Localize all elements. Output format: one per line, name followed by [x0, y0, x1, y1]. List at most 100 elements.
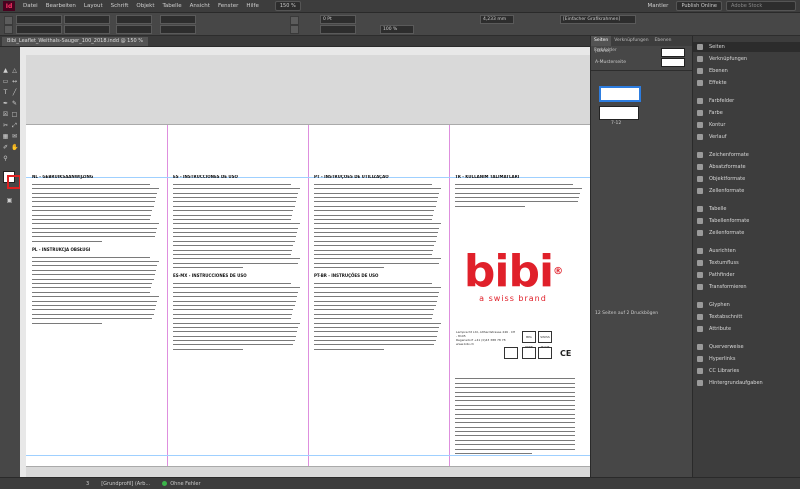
side-panel-attribute[interactable]: Attribute: [693, 324, 800, 334]
side-panel-querverweise[interactable]: Querverweise: [693, 342, 800, 352]
rectangle-frame-tool-icon[interactable]: ☒: [2, 111, 9, 118]
y-field[interactable]: [16, 25, 62, 34]
pen-tool-icon[interactable]: ✒: [2, 100, 9, 107]
scale-y-field[interactable]: [116, 25, 152, 34]
search-input[interactable]: Adobe Stock: [726, 1, 796, 11]
menu-table[interactable]: Tabelle: [158, 3, 185, 9]
page-tool-icon[interactable]: ▭: [2, 78, 9, 85]
side-panel-label: Zeichenformate: [709, 152, 749, 158]
master-none[interactable]: [Ohne]: [595, 49, 611, 54]
side-panel-cc-libraries[interactable]: CC Libraries: [693, 366, 800, 376]
stroke-swatch[interactable]: [7, 175, 21, 189]
frame-style-select[interactable]: [Einfacher Grafikrahmen]: [560, 15, 636, 24]
app-logo: Id: [3, 1, 15, 11]
user-name[interactable]: Mantler: [644, 3, 673, 9]
selection-tool-icon[interactable]: ▲: [2, 67, 9, 74]
reference-point-icon[interactable]: [4, 16, 13, 25]
side-panel-textumfluss[interactable]: Textumfluss: [693, 258, 800, 268]
text-column-4[interactable]: TR - KULLANIM TALIMATLARI: [455, 175, 583, 213]
height-field[interactable]: [64, 25, 110, 34]
master-profile[interactable]: [Grundprofil] (Arb...: [95, 481, 156, 487]
side-panel-textabschnitt[interactable]: Textabschnitt: [693, 312, 800, 322]
document-tab[interactable]: Bibi_Leaflet_Weithals-Sauger_100_2018.in…: [2, 37, 149, 46]
fill-swatch-icon[interactable]: [290, 16, 299, 25]
menu-view[interactable]: Ansicht: [186, 3, 214, 9]
text-column-3[interactable]: PT - INSTRUÇÕES DE UTILIZAÇÃO PT-BR - INS…: [314, 175, 442, 356]
master-a[interactable]: A-Musterseite: [595, 60, 626, 65]
screen-mode-icon[interactable]: ▣: [6, 197, 13, 204]
side-panel-objektformate[interactable]: Objektformate: [693, 174, 800, 184]
transform-tool-icon[interactable]: ⤢: [11, 122, 18, 129]
zoom-select[interactable]: 150 %: [274, 1, 301, 11]
text-column-1[interactable]: NL - GEBRUIKSAANWIJZING PL - INSTRUKCJA O…: [32, 175, 160, 330]
opacity-field[interactable]: 100 %: [380, 25, 414, 34]
side-panel-ausrichten[interactable]: Ausrichten: [693, 246, 800, 256]
shear-field[interactable]: [160, 25, 196, 34]
master-thumb-none[interactable]: [661, 48, 685, 57]
collapsed-panels: Seiten Verknüpfungen Ebenen Effekte Farbfeld…: [692, 36, 800, 477]
microwave-icon: [538, 347, 552, 359]
rectangle-tool-icon[interactable]: □: [11, 111, 18, 118]
scissors-tool-icon[interactable]: ✂: [2, 122, 9, 129]
side-panel-tabelle[interactable]: Tabelle: [693, 204, 800, 214]
side-panel-verlauf[interactable]: Verlauf: [693, 132, 800, 142]
panel-icon: [697, 302, 703, 308]
menu-window[interactable]: Fenster: [214, 3, 242, 9]
stroke-type-select[interactable]: [320, 25, 356, 34]
side-panel-label: Glyphen: [709, 302, 730, 308]
page-number[interactable]: 3: [80, 481, 95, 487]
menu-edit[interactable]: Bearbeiten: [42, 3, 80, 9]
tab-links[interactable]: Verknüpfungen: [611, 36, 651, 46]
preflight-status[interactable]: Ohne Fehler: [156, 480, 206, 487]
hand-tool-icon[interactable]: ✋: [11, 144, 18, 151]
side-panel-ebenen[interactable]: Ebenen: [693, 66, 800, 76]
page-thumb-spread-2[interactable]: [599, 106, 639, 120]
gradient-tool-icon[interactable]: ▦: [2, 133, 9, 140]
direct-selection-tool-icon[interactable]: △: [11, 67, 18, 74]
side-panel-kontur[interactable]: Kontur: [693, 120, 800, 130]
side-panel-transformieren[interactable]: Transformieren: [693, 282, 800, 292]
x-field[interactable]: [16, 15, 62, 24]
side-panel-zeilenformate[interactable]: Zeilenformate: [693, 228, 800, 238]
side-panel-hintergrundaufgaben[interactable]: Hintergrundaufgaben: [693, 378, 800, 388]
stroke-weight-field[interactable]: 0 Pt: [320, 15, 356, 24]
menu-file[interactable]: Datei: [19, 3, 42, 9]
side-panel-effekte[interactable]: Effekte: [693, 78, 800, 88]
side-panel-zeichenformate[interactable]: Zeichenformate: [693, 150, 800, 160]
menu-object[interactable]: Objekt: [132, 3, 158, 9]
side-panel-tabellenformate[interactable]: Tabellenformate: [693, 216, 800, 226]
line-tool-icon[interactable]: ╱: [11, 89, 18, 96]
menu-help[interactable]: Hilfe: [242, 3, 263, 9]
tab-pages[interactable]: Seiten: [591, 36, 612, 46]
rotation-field[interactable]: [160, 15, 196, 24]
scale-x-field[interactable]: [116, 15, 152, 24]
side-panel-pathfinder[interactable]: Pathfinder: [693, 270, 800, 280]
pencil-tool-icon[interactable]: ✎: [11, 100, 18, 107]
gap-tool-icon[interactable]: ↔: [11, 78, 18, 85]
side-panel-hyperlinks[interactable]: Hyperlinks: [693, 354, 800, 364]
spacing-field[interactable]: 4,233 mm: [480, 15, 514, 24]
side-panel-glyphen[interactable]: Glyphen: [693, 300, 800, 310]
text-column-2[interactable]: ES - INSTRUCCIONES DE USO ES-MX - INSTRUC…: [173, 175, 301, 356]
side-panel-absatzformate[interactable]: Absatzformate: [693, 162, 800, 172]
width-field[interactable]: [64, 15, 110, 24]
side-panel-zellenformate[interactable]: Zellenformate: [693, 186, 800, 196]
text-column-4b[interactable]: [455, 375, 583, 455]
tab-layers[interactable]: Ebenen: [652, 36, 675, 46]
eyedropper-tool-icon[interactable]: ✐: [2, 144, 9, 151]
side-panel-farbfelder[interactable]: Farbfelder: [693, 96, 800, 106]
page-thumb-spread-1[interactable]: [599, 86, 641, 102]
note-tool-icon[interactable]: ✉: [11, 133, 18, 140]
menu-layout[interactable]: Layout: [80, 3, 107, 9]
master-thumb-a[interactable]: [661, 58, 685, 67]
reference-point-icon-2[interactable]: [4, 25, 13, 34]
stroke-swatch-icon[interactable]: [290, 25, 299, 34]
type-tool-icon[interactable]: T: [2, 89, 9, 96]
zoom-tool-icon[interactable]: ⚲: [2, 155, 9, 162]
publish-online-button[interactable]: Publish Online: [676, 1, 722, 11]
menu-type[interactable]: Schrift: [107, 3, 133, 9]
side-panel-seiten[interactable]: Seiten: [693, 42, 800, 52]
side-panel-farbe[interactable]: Farbe: [693, 108, 800, 118]
side-panel-verknüpfungen[interactable]: Verknüpfungen: [693, 54, 800, 64]
page-spread[interactable]: NL - GEBRUIKSAANWIJZING PL - INSTRUKCJA O…: [26, 125, 590, 466]
